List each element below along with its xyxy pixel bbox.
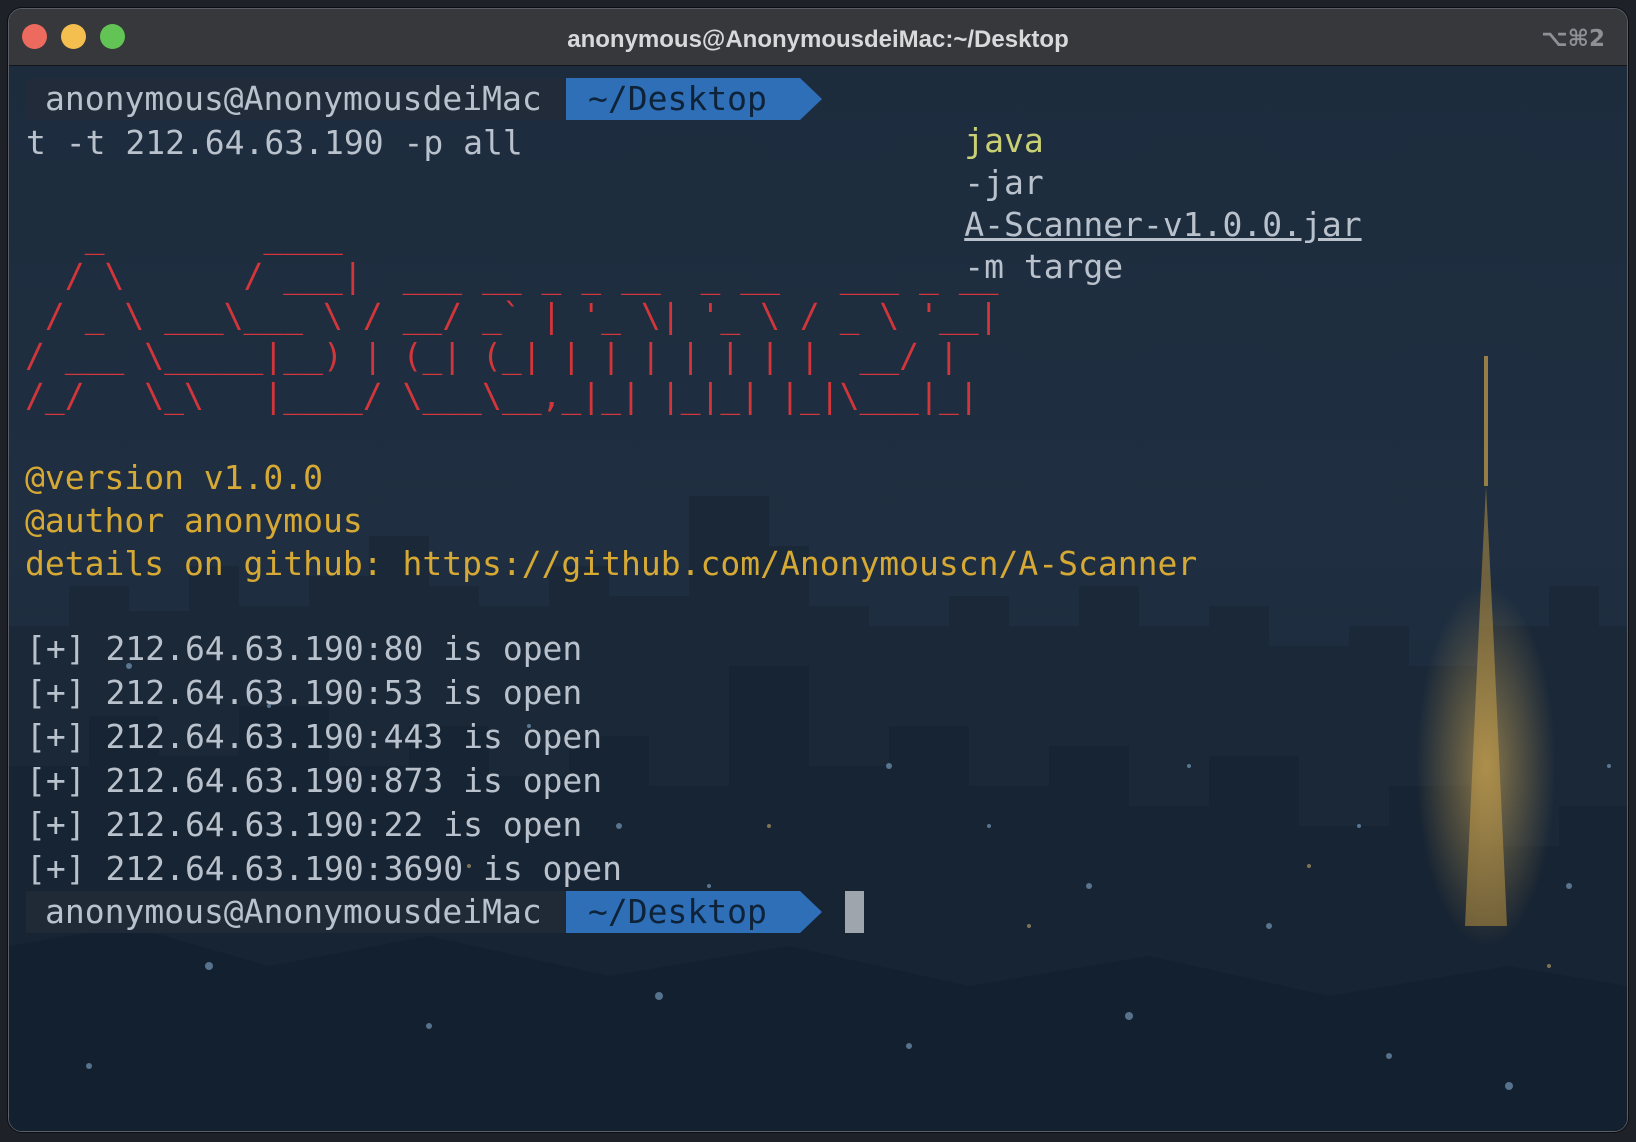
command-flag-jar: -jar <box>964 163 1044 202</box>
scan-result-line: [+] 212.64.63.190:80 is open <box>26 629 583 668</box>
title-bar[interactable]: anonymous@AnonymousdeiMac:~/Desktop ⌥⌘2 <box>9 9 1627 66</box>
command-line-1: java -jar A-Scanner-v1.0.0.jar -m targe <box>845 78 1361 286</box>
ascii-line: / ___ \_____|__) | (_| (_| | | | | | | |… <box>25 336 959 375</box>
prompt-arrow-icon <box>800 78 822 120</box>
prompt-user-segment: anonymous@AnonymousdeiMac <box>26 891 566 933</box>
scan-result-line: [+] 212.64.63.190:873 is open <box>26 761 603 800</box>
terminal-window: anonymous@AnonymousdeiMac:~/Desktop ⌥⌘2 <box>8 8 1628 1132</box>
window-shortcut: ⌥⌘2 <box>1541 26 1605 52</box>
terminal-content[interactable]: anonymous@AnonymousdeiMac ~/Desktop java… <box>17 66 1617 1126</box>
scan-result-line: [+] 212.64.63.190:3690 is open <box>26 849 623 888</box>
prompt-user-segment: anonymous@AnonymousdeiMac <box>26 78 566 120</box>
prompt-dir-segment: ~/Desktop <box>566 78 800 120</box>
prompt-arrow-icon <box>800 891 822 933</box>
ascii-line: _ ____ <box>25 216 343 255</box>
ascii-banner: _ ____ / \ / ___| ___ __ _ _ __ _ __ ___… <box>25 216 999 416</box>
window-title: anonymous@AnonymousdeiMac:~/Desktop <box>567 26 1069 53</box>
command-jar-file[interactable]: A-Scanner-v1.0.0.jar <box>964 205 1361 244</box>
scan-result-line: [+] 212.64.63.190:22 is open <box>26 805 583 844</box>
command-program: java <box>964 121 1044 160</box>
details-line: details on github: https://github.com/An… <box>25 544 1198 583</box>
ascii-line: / _ \ ___\___ \ / __/ _` | '_ \| '_ \ / … <box>25 296 999 335</box>
ascii-line: / \ / ___| ___ __ _ _ __ _ __ ___ _ __ <box>25 256 999 295</box>
author-line: @author anonymous <box>25 501 363 540</box>
command-line-2: t -t 212.64.63.190 -p all <box>26 123 523 162</box>
text-cursor[interactable] <box>845 891 864 933</box>
version-line: @version v1.0.0 <box>25 458 324 497</box>
scan-result-line: [+] 212.64.63.190:443 is open <box>26 717 603 756</box>
prompt-dir-segment: ~/Desktop <box>566 891 800 933</box>
scan-result-line: [+] 212.64.63.190:53 is open <box>26 673 583 712</box>
ascii-line: /_/ \_\ |____/ \___\__,_|_| |_|_| |_|\__… <box>25 376 979 415</box>
